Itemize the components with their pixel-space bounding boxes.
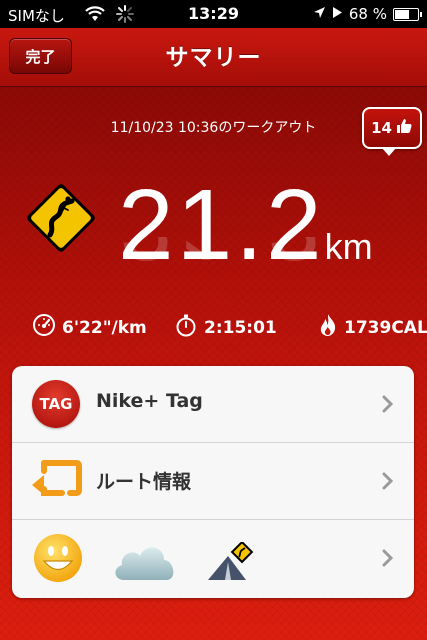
list-item-nike-tag[interactable]: TAG Nike+ Tag <box>12 366 414 443</box>
navigation-bar: 完了 サマリー <box>0 28 427 87</box>
route-icon <box>30 459 82 507</box>
duration-value: 2:15:01 <box>204 317 277 338</box>
winding-road-sign-icon <box>22 179 100 261</box>
chevron-right-icon <box>382 395 394 417</box>
stats-bar: 6'22"/km 2:15:01 1739CAL <box>0 313 427 343</box>
details-card: TAG Nike+ Tag ルート情報 <box>12 366 414 598</box>
duration-stat: 2:15:01 <box>174 313 277 342</box>
smiley-face-icon <box>32 532 84 588</box>
road-terrain-icon <box>206 540 258 586</box>
thumbs-up-icon <box>395 118 413 138</box>
cloud-icon <box>112 540 178 586</box>
tag-icon: TAG <box>32 380 80 428</box>
speedometer-icon <box>32 313 56 342</box>
location-arrow-icon <box>313 5 326 23</box>
distance-reflection: 21.2 <box>118 237 398 275</box>
chevron-right-icon <box>382 472 394 494</box>
pace-stat: 6'22"/km <box>32 313 147 342</box>
play-icon <box>332 5 343 23</box>
chevron-right-icon <box>382 549 394 571</box>
battery-percent: 68 % <box>348 5 387 23</box>
stopwatch-icon <box>174 313 198 342</box>
list-item-label: ルート情報 <box>96 471 192 493</box>
pace-value: 6'22"/km <box>62 317 147 338</box>
list-item-route[interactable]: ルート情報 <box>12 443 414 520</box>
list-item-conditions[interactable] <box>12 520 414 596</box>
summary-panel: 11/10/23 10:36のワークアウト 14 21.2km 21.2 <box>0 87 427 640</box>
calories-value: 1739CAL <box>344 317 427 338</box>
flame-icon <box>318 313 338 342</box>
page-title: サマリー <box>165 45 262 71</box>
likes-count: 14 <box>371 119 392 137</box>
status-bar: SIMなし 13:29 68 % <box>0 0 427 28</box>
battery-icon <box>393 7 422 21</box>
likes-badge[interactable]: 14 <box>362 107 422 156</box>
list-item-label: Nike+ Tag <box>96 390 203 412</box>
calories-stat: 1739CAL <box>318 313 427 342</box>
